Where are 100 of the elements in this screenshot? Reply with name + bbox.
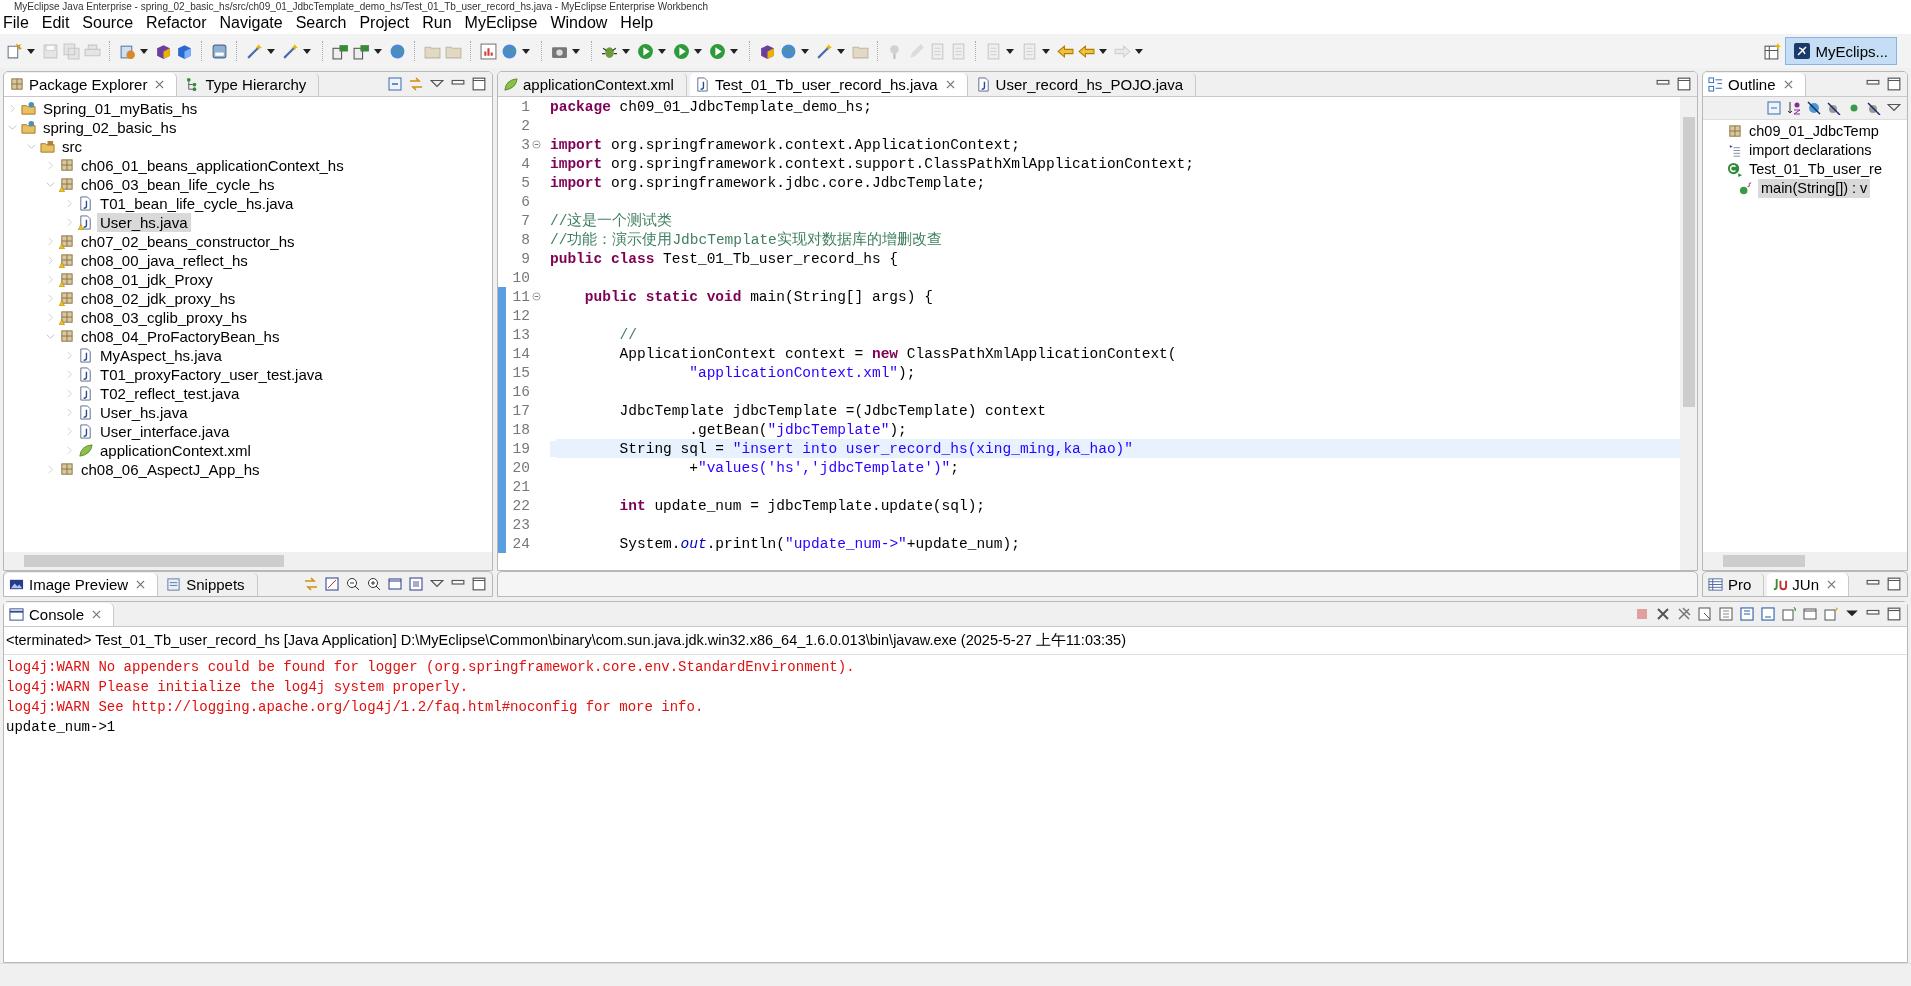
cube-icon[interactable] (759, 42, 776, 60)
tree-item[interactable]: ch06_01_beans_applicationContext_hs (78, 156, 347, 175)
maximize-icon[interactable] (1887, 77, 1901, 91)
horizontal-scrollbar[interactable] (1703, 552, 1907, 570)
wand-icon[interactable] (246, 42, 263, 60)
dropdown-caret-icon[interactable] (1135, 48, 1143, 54)
tree-item[interactable]: ch08_06_AspectJ_App_hs (78, 460, 263, 479)
view-tab[interactable]: User_record_hs_POJO.java (970, 72, 1197, 96)
dropdown-caret-icon[interactable] (572, 48, 580, 54)
dropdown-caret-icon[interactable] (622, 48, 630, 54)
link-arrows-icon[interactable] (409, 77, 423, 91)
tree-item[interactable]: ch08_02_jdk_proxy_hs (78, 289, 239, 308)
tree-item[interactable]: ch06_03_bean_life_cycle_hs (78, 175, 278, 194)
view-tab[interactable]: Type Hierarchy (180, 72, 320, 96)
wand-icon[interactable] (816, 42, 833, 60)
close-icon[interactable] (136, 579, 146, 589)
menu-item[interactable]: MyEclipse (461, 14, 546, 32)
close-icon[interactable] (155, 79, 165, 89)
view-tab[interactable]: Snippets (161, 572, 258, 596)
deploy-icon[interactable] (332, 42, 349, 60)
menu-item[interactable]: Navigate (216, 14, 291, 32)
globe-icon[interactable] (389, 42, 406, 60)
tree-item[interactable]: T02_reflect_test.java (97, 384, 243, 403)
chart-icon[interactable] (480, 42, 497, 60)
dropdown-caret-icon[interactable] (267, 48, 275, 54)
fold-toggle-icon[interactable] (531, 292, 541, 301)
maximize-icon[interactable] (1887, 577, 1901, 591)
editor-horizontal-scrollbar[interactable] (497, 571, 1698, 597)
dropdown-caret-icon[interactable] (522, 48, 530, 54)
outline-item[interactable]: ch09_01_JdbcTemp (1746, 122, 1882, 141)
dropdown-caret-icon[interactable] (1099, 48, 1107, 54)
close-icon[interactable] (92, 609, 102, 619)
view-tab[interactable]: Pro (1703, 572, 1765, 596)
menu-item[interactable]: Window (547, 14, 616, 32)
dropdown-caret-icon[interactable] (694, 48, 702, 54)
view-tab[interactable]: applicationContext.xml (498, 72, 687, 96)
maximize-icon[interactable] (1677, 77, 1691, 91)
dropdown-caret-icon[interactable] (801, 48, 809, 54)
run-icon[interactable] (637, 42, 654, 60)
deploy-icon[interactable] (353, 42, 370, 60)
dropdown-caret-icon[interactable] (303, 48, 311, 54)
cube-icon[interactable] (176, 42, 193, 60)
tree-item[interactable]: T01_proxyFactory_user_test.java (97, 365, 326, 384)
close-icon[interactable] (1783, 79, 1793, 89)
outline-item[interactable]: main(String[]) : v (1758, 179, 1871, 198)
hide-static-icon[interactable] (1827, 101, 1841, 115)
close-icon[interactable] (1827, 579, 1837, 589)
menu-item[interactable]: Edit (38, 14, 78, 32)
actual-size-icon[interactable] (388, 577, 402, 591)
dropdown-caret-icon[interactable] (140, 48, 148, 54)
maximize-icon[interactable] (1887, 607, 1901, 621)
fold-toggle-icon[interactable] (531, 140, 541, 149)
display-console-icon[interactable] (1803, 607, 1817, 621)
view-tab[interactable]: JUn (1767, 572, 1850, 596)
view-tab[interactable]: Image Preview (4, 572, 159, 596)
link-arrows-icon[interactable] (304, 577, 318, 591)
tree-item[interactable]: T01_bean_life_cycle_hs.java (97, 194, 297, 213)
hide-local-icon[interactable] (1867, 101, 1881, 115)
tree-item[interactable]: User_hs.java (97, 403, 191, 422)
zoom-in-icon[interactable] (367, 577, 381, 591)
clear-console-icon[interactable] (1698, 607, 1712, 621)
new-console-icon[interactable] (1824, 607, 1838, 621)
show-on-output-icon[interactable] (1761, 607, 1775, 621)
run-icon[interactable] (673, 42, 690, 60)
horizontal-scrollbar[interactable] (4, 552, 492, 570)
view-tab[interactable]: Test_01_Tb_user_record_hs.java (689, 72, 968, 96)
view-tab[interactable]: Outline (1703, 72, 1806, 96)
perspective-button[interactable]: MyEclips... (1785, 37, 1897, 65)
dropdown-caret-icon[interactable] (658, 48, 666, 54)
view-tab[interactable]: Package Explorer (4, 72, 178, 96)
server-icon[interactable] (211, 42, 228, 60)
zoom-out-icon[interactable] (346, 577, 360, 591)
tree-item[interactable]: ch08_01_jdk_Proxy (78, 270, 216, 289)
maximize-icon[interactable] (472, 77, 486, 91)
menu-item[interactable]: Run (419, 14, 460, 32)
menu-item[interactable]: Search (292, 14, 355, 32)
remove-launch-icon[interactable] (1656, 607, 1670, 621)
tree-item[interactable]: ch08_04_ProFactoryBean_hs (78, 327, 283, 346)
menu-item[interactable]: Refactor (143, 14, 215, 32)
tree-item[interactable]: ch08_03_cglib_proxy_hs (78, 308, 250, 327)
open-perspective-icon[interactable] (1764, 42, 1782, 60)
menu-item[interactable]: File (0, 14, 37, 32)
dropdown-caret-icon[interactable] (1042, 48, 1050, 54)
wand-icon[interactable] (282, 42, 299, 60)
dropdown-caret-icon[interactable] (27, 48, 35, 54)
view-tab[interactable]: Console (4, 602, 115, 626)
scroll-lock-icon[interactable] (1719, 607, 1733, 621)
outline-item[interactable]: import declarations (1746, 141, 1875, 160)
sort-icon[interactable] (1787, 101, 1801, 115)
collapse-all-icon[interactable] (388, 77, 402, 91)
tree-item[interactable]: applicationContext.xml (97, 441, 254, 460)
tree-item[interactable]: Spring_01_myBatis_hs (40, 99, 201, 118)
outline-item[interactable]: Test_01_Tb_user_re (1746, 160, 1885, 179)
vertical-scrollbar[interactable] (1680, 97, 1697, 570)
dropdown-caret-icon[interactable] (374, 48, 382, 54)
dropdown-caret-icon[interactable] (730, 48, 738, 54)
zoom-fit-icon[interactable] (325, 577, 339, 591)
remove-all-icon[interactable] (1677, 607, 1691, 621)
cube-icon[interactable] (155, 42, 172, 60)
pin-console-icon[interactable] (1740, 607, 1754, 621)
